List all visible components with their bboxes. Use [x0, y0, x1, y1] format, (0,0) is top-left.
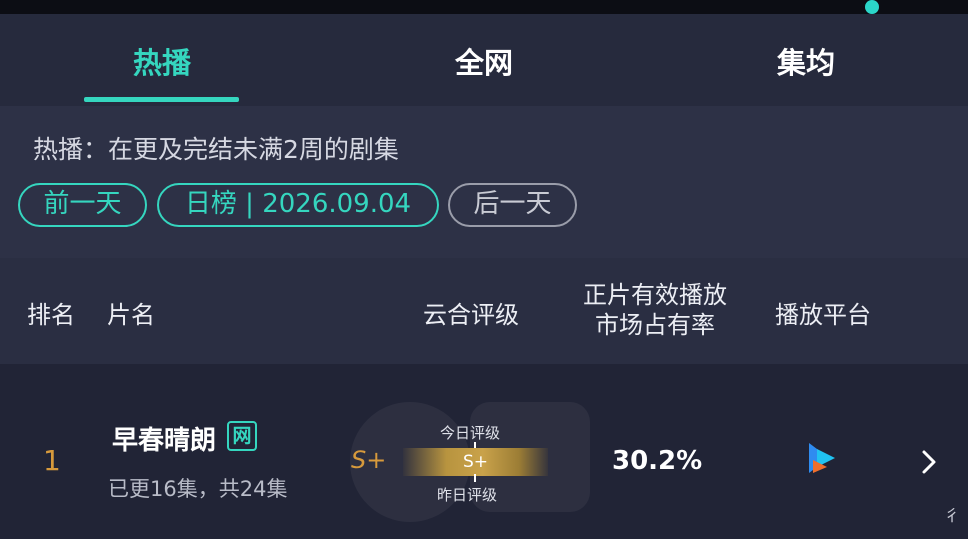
tab-all-web[interactable]: 全网: [455, 40, 513, 82]
header-share-line2: 市场占有率: [595, 311, 715, 339]
active-tab-indicator: [84, 97, 239, 102]
episode-progress: 已更16集，共24集: [108, 477, 288, 501]
truncated-edge-text: 彳: [944, 506, 961, 525]
header-title: 片名: [107, 301, 155, 329]
rank-number: 1: [43, 444, 61, 477]
market-share-value: 30.2%: [612, 446, 703, 476]
yesterday-grade-marker: [474, 474, 476, 482]
table-row[interactable]: 1 早春晴朗 网 已更16集，共24集 S+ 今日评级 S+ 昨日评级 30.2…: [0, 364, 968, 539]
youku-icon[interactable]: [805, 440, 841, 476]
chevron-right-icon[interactable]: [915, 446, 943, 478]
next-day-button[interactable]: 后一天: [448, 183, 577, 227]
status-bar: [0, 0, 968, 14]
web-series-badge: 网: [227, 421, 257, 451]
header-market-share: 正片有效播放 市场占有率: [580, 280, 730, 340]
tab-per-episode[interactable]: 集均: [777, 40, 835, 82]
today-grade-label: 今日评级: [440, 424, 501, 442]
tab-bar: 热播 全网 集均: [0, 14, 968, 106]
header-rank: 排名: [27, 301, 75, 329]
grade-bar: S+: [403, 448, 548, 476]
prev-day-button[interactable]: 前一天: [18, 183, 147, 227]
tab-hot[interactable]: 热播: [133, 40, 191, 82]
header-rating: 云合评级: [423, 301, 519, 329]
table-header: 排名 片名 云合评级 正片有效播放 市场占有率 播放平台: [0, 258, 968, 364]
date-selector[interactable]: 日榜 | 2026.09.04: [157, 183, 439, 227]
show-title[interactable]: 早春晴朗: [112, 420, 216, 457]
filter-panel: 热播：在更及完结未满2周的剧集 前一天 日榜 | 2026.09.04 后一天: [0, 106, 968, 258]
header-platform: 播放平台: [775, 301, 871, 329]
header-share-line1: 正片有效播放: [583, 281, 727, 309]
grade-value: S+: [351, 446, 387, 474]
category-description: 热播：在更及完结未满2周的剧集: [33, 135, 399, 164]
yesterday-grade-label: 昨日评级: [437, 486, 498, 504]
indicator-dot: [865, 0, 879, 14]
grade-bar-label: S+: [462, 452, 489, 472]
